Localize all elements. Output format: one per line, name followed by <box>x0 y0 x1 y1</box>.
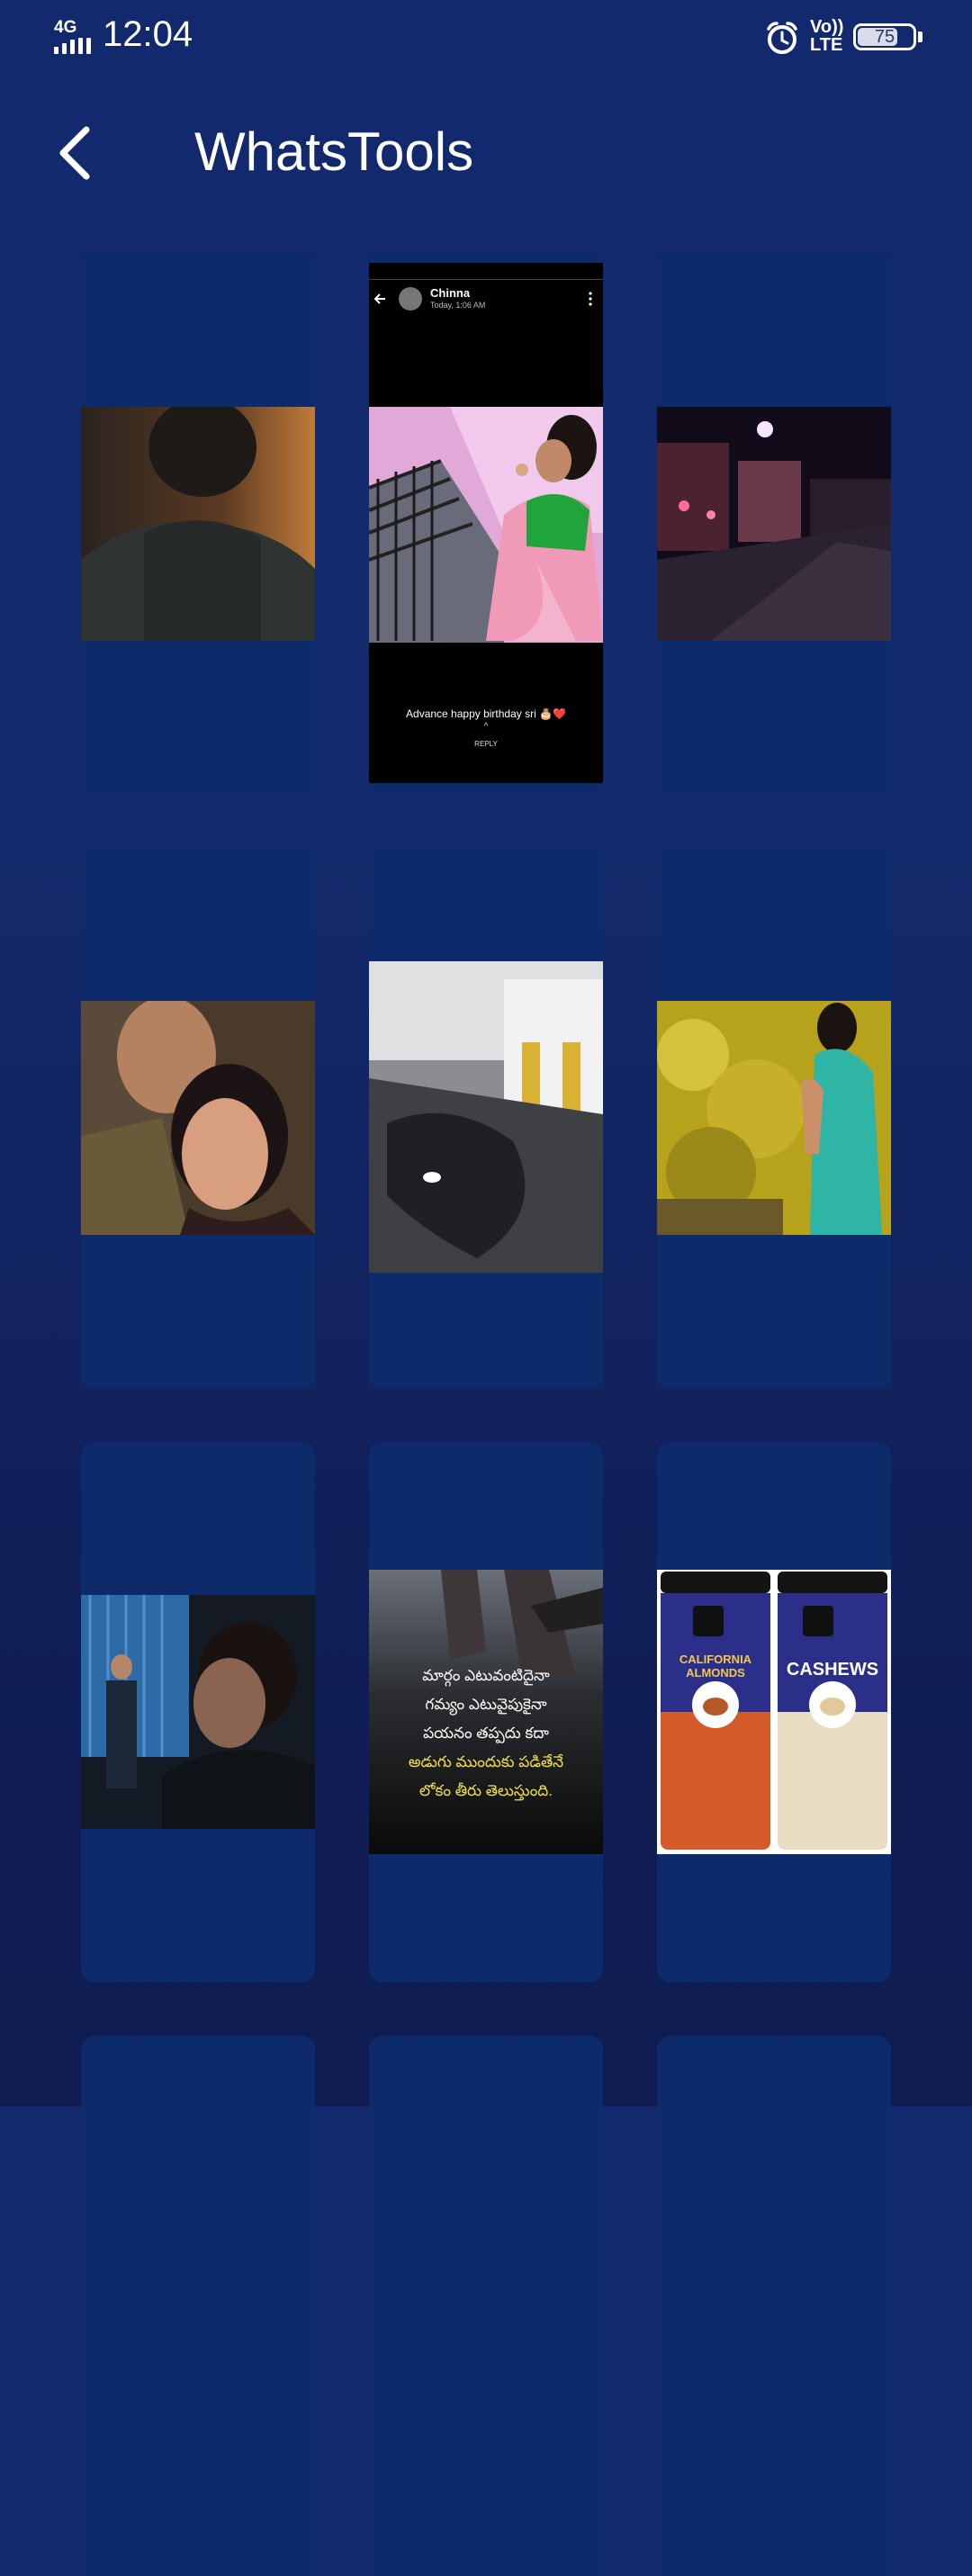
status-quote: మార్గం ఎటువంటిదైనా గమ్యం ఎటువైపుకైనా పయన… <box>369 1570 603 1854</box>
product-label: CASHEWS <box>786 1660 879 1680</box>
quote-line: అడుగు ముందుకు పడితేనే <box>408 1753 564 1770</box>
status-thumbnail <box>81 1595 315 1829</box>
volte-indicator: Vo)) LTE <box>810 17 844 55</box>
battery-icon: 75 <box>853 23 916 50</box>
status-card[interactable] <box>657 2036 891 2576</box>
quote-line: గమ్యం ఎటువైపుకైనా <box>425 1696 547 1713</box>
status-screenshot: Chinna Today, 1:06 AM Advance happy birt… <box>369 263 603 783</box>
status-card[interactable] <box>369 848 603 1388</box>
status-card[interactable]: మార్గం ఎటువంటిదైనా గమ్యం ఎటువైపుకైనా పయన… <box>369 1442 603 1982</box>
contact-name: Chinna <box>430 286 471 300</box>
reply-label: REPLY <box>474 740 498 748</box>
chevron-left-icon[interactable] <box>50 124 101 182</box>
status-bar: 4G 12:04 Vo)) LTE 75 <box>0 0 972 76</box>
chevron-up-icon: ^ <box>483 722 489 732</box>
page-title: WhatsTools <box>194 122 474 182</box>
battery-level: 75 <box>874 27 896 47</box>
status-thumbnail <box>81 407 315 641</box>
clock: 12:04 <box>103 14 194 54</box>
status-thumbnail <box>81 1001 315 1235</box>
quote-line: మార్గం ఎటువంటిదైనా <box>422 1667 550 1684</box>
status-time: Today, 1:06 AM <box>430 301 486 310</box>
status-thumbnail <box>657 407 891 641</box>
status-card[interactable] <box>369 2036 603 2576</box>
product-label: CALIFORNIA ALMONDS <box>679 1653 752 1680</box>
status-thumbnail <box>657 1001 891 1235</box>
app-header: WhatsTools <box>0 108 972 198</box>
status-product: CALIFORNIA ALMONDS CASHEWS <box>657 1570 891 1854</box>
alarm-icon <box>767 22 797 54</box>
network-type: 4G <box>54 18 77 37</box>
status-thumbnail <box>369 961 603 1273</box>
status-card[interactable] <box>657 848 891 1388</box>
status-card[interactable] <box>81 2036 315 2576</box>
signal-icon: 4G <box>54 18 95 54</box>
status-card[interactable]: Chinna Today, 1:06 AM Advance happy birt… <box>369 252 603 792</box>
status-card[interactable] <box>81 848 315 1388</box>
status-card[interactable] <box>81 1442 315 1982</box>
status-caption: Advance happy birthday sri 🎂❤️ <box>406 707 566 720</box>
status-card[interactable]: CALIFORNIA ALMONDS CASHEWS <box>657 1442 891 1982</box>
status-card[interactable] <box>657 252 891 792</box>
status-card[interactable] <box>81 252 315 792</box>
quote-line: పయనం తప్పదు కదా <box>423 1725 549 1742</box>
quote-line: లోకం తీరు తెలుస్తుంది. <box>418 1782 554 1799</box>
